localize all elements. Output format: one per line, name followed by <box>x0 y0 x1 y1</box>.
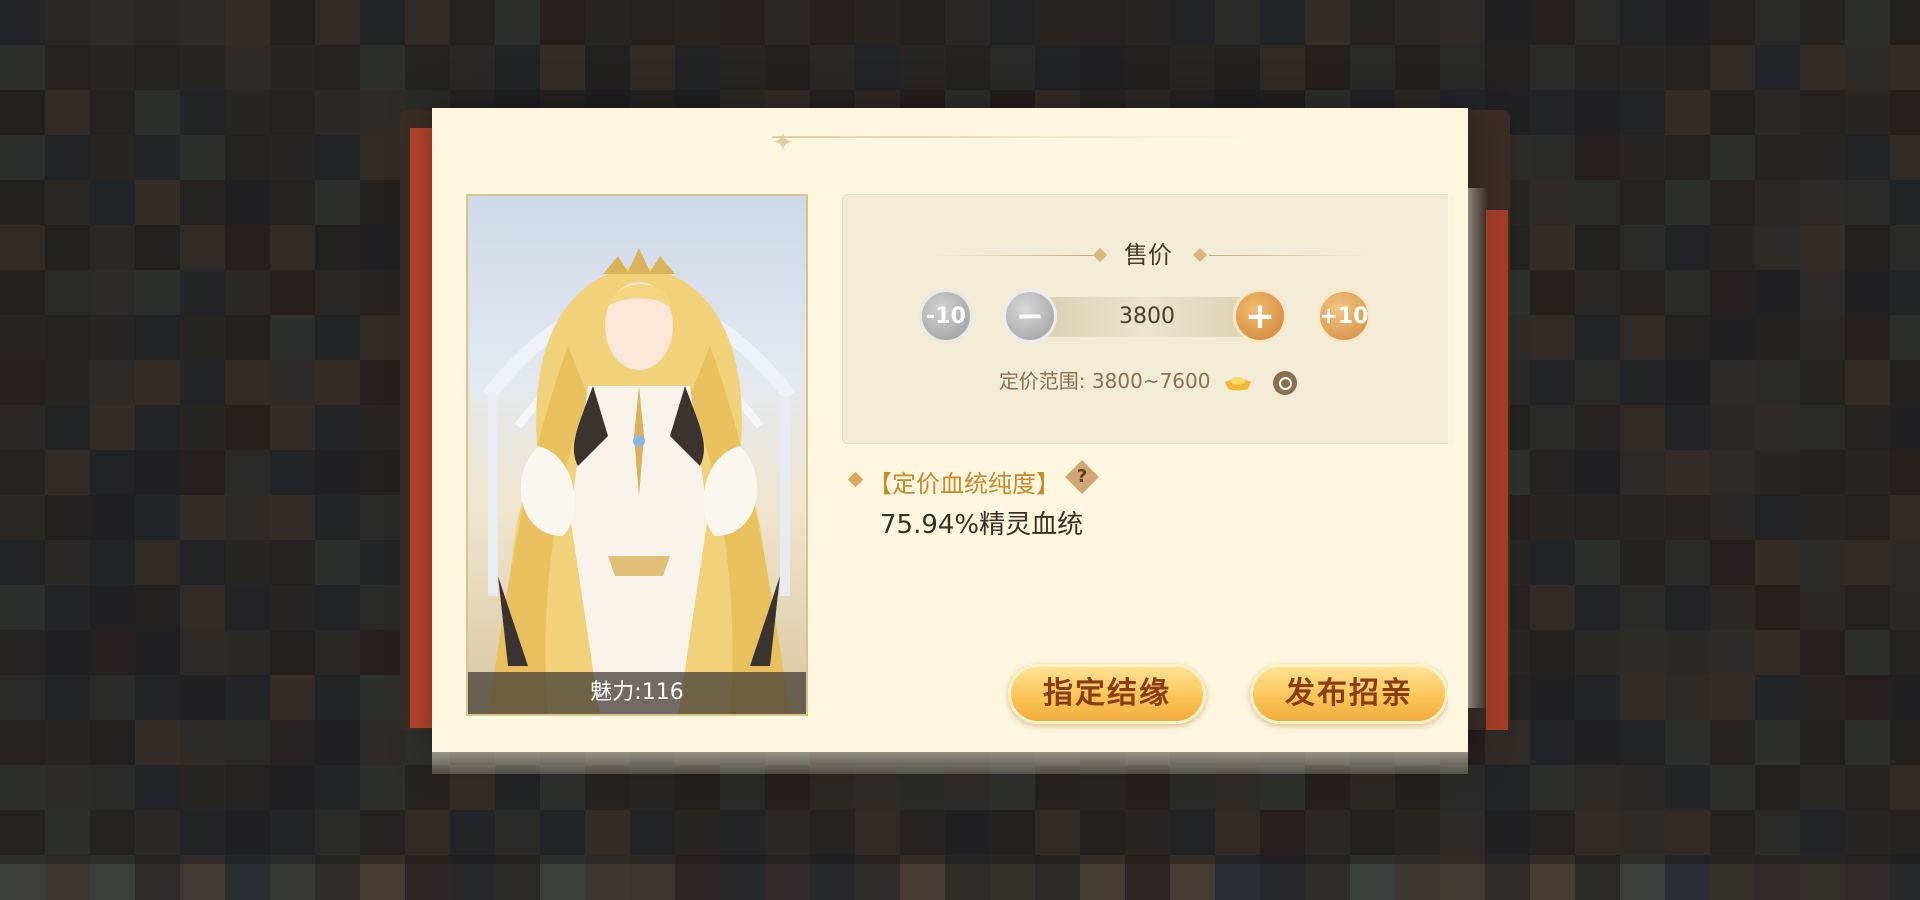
pedigree-value: 75.94%精灵血统 <box>880 510 1084 540</box>
pedigree-bullet-icon <box>847 471 864 488</box>
publish-recruit-button[interactable]: 发布招亲 <box>1250 664 1448 724</box>
title-decoration <box>772 136 1252 138</box>
price-panel: 售价 -10 − 3800 + +10 定价范围: 3800~7600 <box>842 194 1454 444</box>
character-illustration <box>482 248 796 714</box>
gold-ingot-icon <box>1224 376 1251 390</box>
minus-10-button[interactable]: -10 <box>919 289 973 343</box>
assign-match-button[interactable]: 指定结缘 <box>1008 664 1206 724</box>
dialog-bottom-fade <box>432 730 1468 774</box>
underlying-card-edge-left <box>410 128 434 728</box>
sparkle-icon: ✦ <box>772 128 794 158</box>
charm-value-label: 魅力:116 <box>468 672 806 714</box>
pedigree-title: 【定价血统纯度】 <box>868 470 1060 498</box>
help-icon-glyph[interactable]: ? <box>1070 463 1094 491</box>
price-range-text: 定价范围: 3800~7600 <box>998 369 1211 393</box>
price-value[interactable]: 3800 <box>1031 297 1263 337</box>
title-divider-right <box>1209 255 1369 256</box>
price-range-row: 定价范围: 3800~7600 <box>843 365 1453 395</box>
character-portrait-card: 魅力:116 <box>466 194 808 716</box>
underlying-card-edge-right <box>1486 210 1508 730</box>
magnifier-icon[interactable] <box>1273 370 1298 395</box>
price-title: 售价 <box>1124 241 1172 269</box>
sale-dialog: ✦ 魅力:116 售价 -10 − 3800 + +10 定价范围: 3800~… <box>432 108 1488 752</box>
plus-10-button[interactable]: +10 <box>1317 289 1371 343</box>
